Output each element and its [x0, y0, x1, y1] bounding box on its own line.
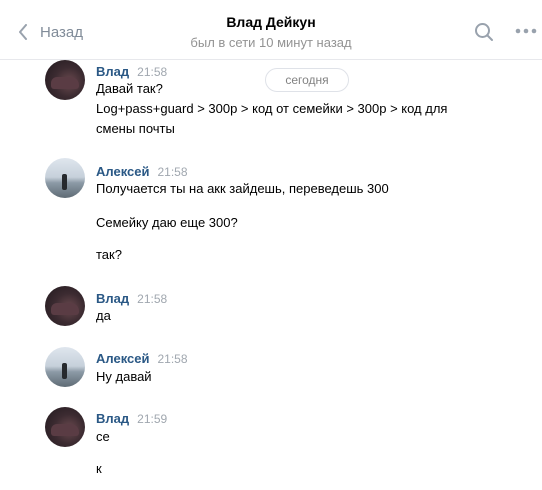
author-name[interactable]: Алексей — [96, 351, 150, 366]
date-divider: сегодня — [265, 68, 349, 92]
message-time: 21:58 — [157, 165, 188, 179]
message-text: се — [96, 429, 110, 444]
message-feed: Влад 21:58 Давай так? Log+pass+guard > 30… — [0, 60, 542, 490]
message-meta: Алексей 21:58 — [96, 350, 188, 368]
message-text: смены почты — [96, 121, 175, 136]
message-text: Давай так? — [96, 81, 163, 96]
avatar[interactable] — [45, 286, 85, 326]
message-text: так? — [96, 247, 122, 262]
avatar[interactable] — [45, 158, 85, 198]
search-icon[interactable] — [474, 22, 494, 42]
author-name[interactable]: Влад — [96, 411, 129, 426]
avatar[interactable] — [45, 60, 85, 100]
message-time: 21:58 — [157, 352, 188, 366]
avatar[interactable] — [45, 407, 85, 447]
message-meta: Алексей 21:58 — [96, 163, 188, 181]
message-time: 21:58 — [137, 292, 168, 306]
message-text: Log+pass+guard > 300р > код от семейки >… — [96, 101, 448, 116]
message-text: Ну давай — [96, 369, 152, 384]
more-horizontal-icon[interactable] — [515, 28, 537, 34]
message-text: Семейку даю еще 300? — [96, 215, 238, 230]
message-meta: Влад 21:58 — [96, 63, 167, 81]
message-text: Получается ты на акк зайдешь, переведешь… — [96, 181, 389, 196]
chat-title[interactable]: Влад Дейкун — [0, 14, 542, 30]
message-text: да — [96, 308, 111, 323]
author-name[interactable]: Алексей — [96, 164, 150, 179]
chat-header: Назад Влад Дейкун был в сети 10 минут на… — [0, 0, 542, 60]
message-text: к — [96, 461, 102, 476]
author-name[interactable]: Влад — [96, 291, 129, 306]
online-status: был в сети 10 минут назад — [190, 35, 352, 50]
avatar[interactable] — [45, 347, 85, 387]
chat-title-block: Влад Дейкун был в сети 10 минут назад — [0, 14, 542, 50]
message-time: 21:59 — [137, 412, 168, 426]
message-time: 21:58 — [137, 65, 168, 79]
author-name[interactable]: Влад — [96, 64, 129, 79]
message-meta: Влад 21:58 — [96, 290, 167, 308]
message-meta: Влад 21:59 — [96, 410, 167, 428]
